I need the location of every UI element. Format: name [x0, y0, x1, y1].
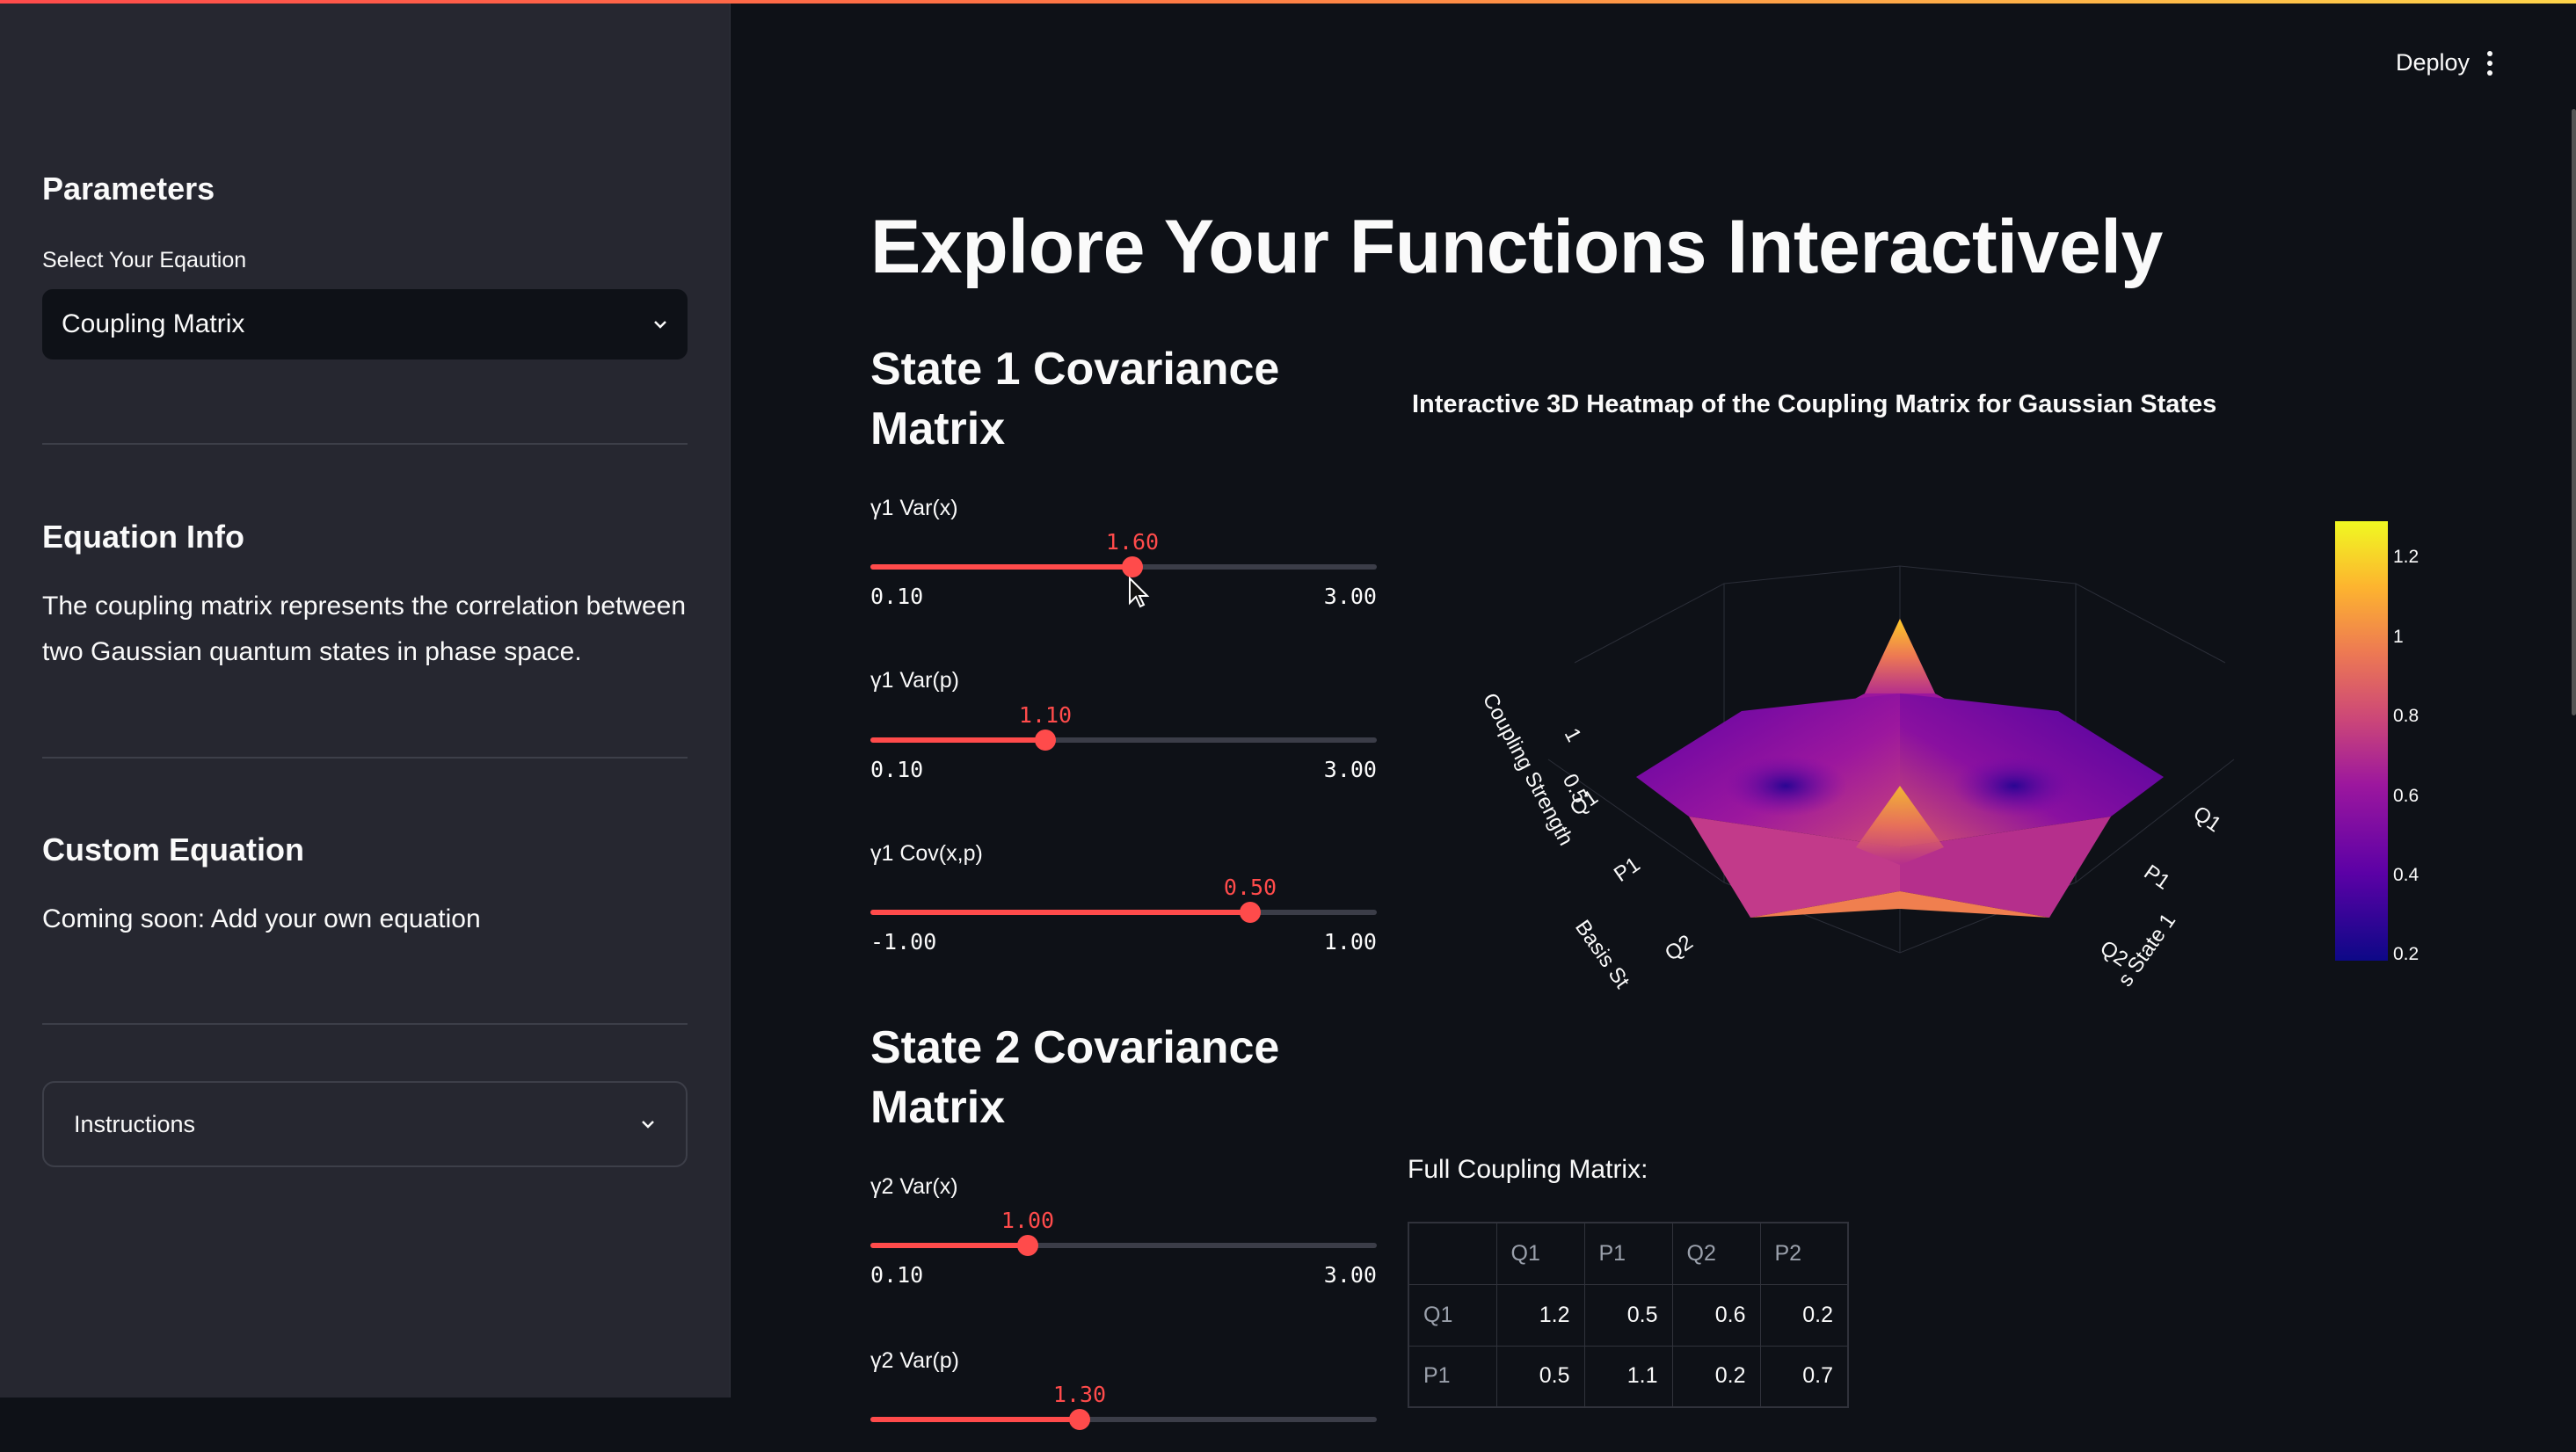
coupling-matrix-table: Q1 P1 Q2 P2 Q1 1.2 0.5 0.6 0.2 P1 0.5 1.… [1408, 1222, 1849, 1408]
x-tick: Q2 [1661, 930, 1698, 965]
equation-info-heading: Equation Info [42, 519, 244, 555]
slider-max: 3.00 [1324, 584, 1377, 609]
divider [42, 1023, 688, 1025]
main-content: Deploy Explore Your Functions Interactiv… [731, 4, 2576, 1398]
row-header: Q1 [1408, 1284, 1496, 1346]
slider-max: 3.00 [1324, 757, 1377, 782]
slider-label: γ1 Var(x) [870, 496, 958, 521]
slider-thumb[interactable] [1240, 902, 1261, 923]
y-tick: P1 [2140, 860, 2175, 895]
row-header: P1 [1408, 1346, 1496, 1407]
slider-fill [870, 564, 1132, 570]
slider-thumb[interactable] [1035, 730, 1056, 751]
slider-value: 1.60 [1106, 529, 1159, 555]
slider-thumb[interactable] [1122, 556, 1143, 577]
table-cell[interactable]: 1.2 [1496, 1284, 1584, 1346]
colorbar-tick: 1 [2393, 627, 2404, 648]
table-row: Q1 1.2 0.5 0.6 0.2 [1408, 1284, 1848, 1346]
table-cell[interactable]: 0.5 [1584, 1284, 1672, 1346]
slider-min: -1.00 [870, 929, 936, 955]
slider-g2-varx[interactable]: 1.00 0.10 3.00 [870, 1208, 1377, 1278]
column-header[interactable]: P2 [1760, 1223, 1848, 1284]
slider-fill [870, 1417, 1080, 1422]
slider-g1-varx[interactable]: 1.60 0.10 3.00 [870, 529, 1377, 599]
chevron-down-icon [640, 1116, 656, 1132]
colorbar-tick: 0.6 [2393, 786, 2419, 807]
table-cell[interactable]: 0.2 [1672, 1346, 1760, 1407]
column-header[interactable]: Q2 [1672, 1223, 1760, 1284]
slider-thumb[interactable] [1017, 1235, 1038, 1256]
slider-label: γ1 Var(p) [870, 668, 959, 693]
slider-g1-covxp[interactable]: 0.50 -1.00 1.00 [870, 875, 1377, 945]
equation-info-text: The coupling matrix represents the corre… [42, 584, 693, 675]
table-cell[interactable]: 0.6 [1672, 1284, 1760, 1346]
divider [42, 443, 688, 445]
slider-max: 3.00 [1324, 1262, 1377, 1288]
slider-min: 0.10 [870, 584, 923, 609]
slider-label: γ1 Cov(x,p) [870, 841, 983, 867]
slider-fill [870, 737, 1045, 743]
slider-fill [870, 910, 1250, 915]
equation-select[interactable]: Coupling Matrix [42, 289, 688, 359]
z-tick: 1 [1560, 724, 1586, 745]
slider-label: γ2 Var(x) [870, 1174, 958, 1200]
colorbar-tick: 0.4 [2393, 865, 2419, 886]
slider-min: 0.10 [870, 757, 923, 782]
table-row: P1 0.5 1.1 0.2 0.7 [1408, 1346, 1848, 1407]
colorbar-tick: 0.8 [2393, 706, 2419, 727]
slider-value: 0.50 [1224, 875, 1277, 900]
x-axis-label: Basis St [1570, 916, 1634, 993]
slider-g1-varp[interactable]: 1.10 0.10 3.00 [870, 702, 1377, 773]
state2-heading: State 2 Covariance Matrix [870, 1018, 1328, 1137]
table-cell[interactable]: 0.5 [1496, 1346, 1584, 1407]
equation-select-value: Coupling Matrix [62, 309, 244, 339]
custom-equation-heading: Custom Equation [42, 831, 304, 868]
table-corner [1408, 1223, 1496, 1284]
matrix-caption: Full Coupling Matrix: [1408, 1155, 1648, 1185]
slider-min: 0.10 [870, 1262, 923, 1288]
slider-fill [870, 1243, 1028, 1248]
deploy-button[interactable]: Deploy [2396, 49, 2470, 76]
table-cell[interactable]: 0.7 [1760, 1346, 1848, 1407]
state1-heading: State 1 Covariance Matrix [870, 339, 1328, 459]
x-tick: P1 [1610, 853, 1645, 887]
slider-value: 1.00 [1001, 1208, 1054, 1233]
slider-value: 1.10 [1019, 702, 1072, 728]
surface-mesh [1636, 619, 2164, 918]
scrollbar[interactable] [2572, 109, 2576, 715]
page-title: Explore Your Functions Interactively [870, 204, 2163, 291]
colorbar-tick: 1.2 [2393, 547, 2419, 568]
custom-equation-text: Coming soon: Add your own equation [42, 897, 693, 942]
column-header[interactable]: P1 [1584, 1223, 1672, 1284]
y-tick: Q1 [2189, 802, 2226, 837]
slider-thumb[interactable] [1069, 1409, 1090, 1430]
slider-value: 1.30 [1053, 1382, 1106, 1407]
colorbar-tick: 0.2 [2393, 944, 2419, 965]
divider [42, 757, 688, 759]
column-header[interactable]: Q1 [1496, 1223, 1584, 1284]
slider-g2-varp[interactable]: 1.30 [870, 1382, 1377, 1452]
chevron-down-icon [652, 316, 668, 332]
slider-label: γ2 Var(p) [870, 1348, 959, 1374]
table-cell[interactable]: 0.2 [1760, 1284, 1848, 1346]
cursor-icon [1127, 577, 1152, 612]
instructions-expander[interactable]: Instructions [42, 1081, 688, 1167]
surface-plot-3d[interactable]: Coupling Strength 1 0.5 Basis St Q1 P1 Q… [1408, 496, 2304, 1006]
colorbar [2335, 521, 2388, 961]
instructions-label: Instructions [74, 1111, 195, 1138]
plot-title: Interactive 3D Heatmap of the Coupling M… [1412, 390, 2216, 419]
slider-max: 1.00 [1324, 929, 1377, 955]
table-cell[interactable]: 1.1 [1584, 1346, 1672, 1407]
parameters-heading: Parameters [42, 171, 215, 207]
vertical-dots-icon[interactable] [2485, 51, 2494, 77]
table-header-row: Q1 P1 Q2 P2 [1408, 1223, 1848, 1284]
select-label: Select Your Eqaution [42, 248, 246, 273]
sidebar: Parameters Select Your Eqaution Coupling… [0, 4, 731, 1398]
